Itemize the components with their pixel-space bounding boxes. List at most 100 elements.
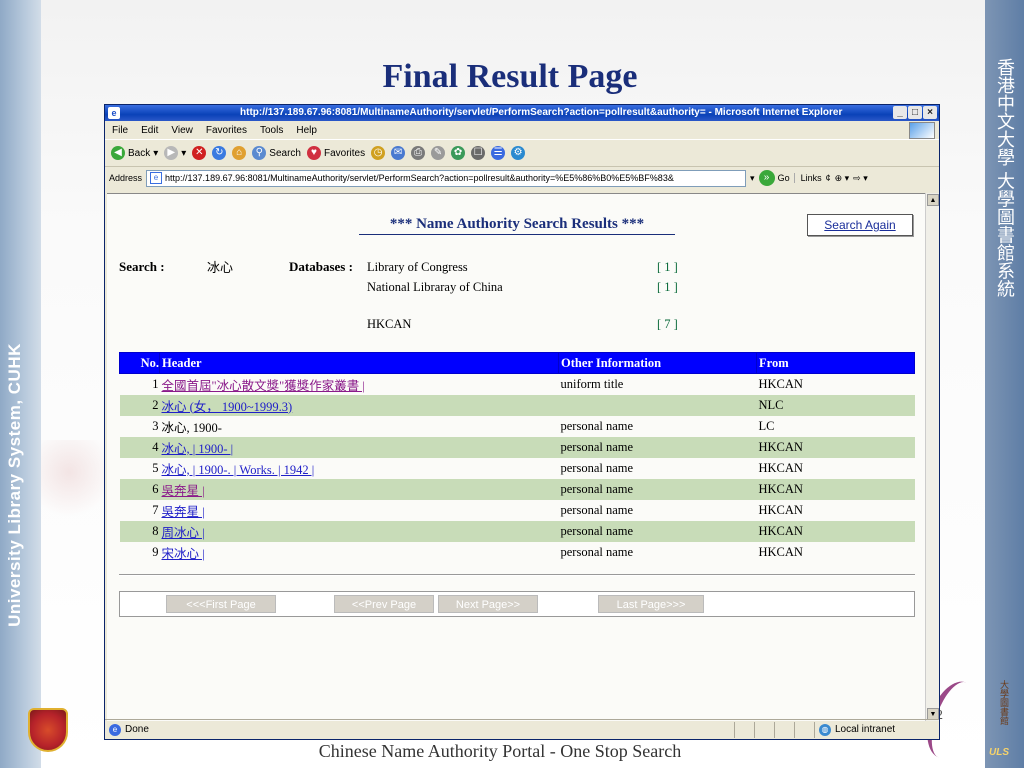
row-number: 5 [152,460,159,475]
results-table: No. Header Other Information From 1 全國首屆"… [119,352,915,563]
source-database: HKCAN [756,436,915,458]
heading-link[interactable]: 吳奔星 | [162,505,205,519]
scroll-up-icon[interactable]: ▲ [927,194,939,206]
history-icon[interactable]: ◷ [371,146,386,160]
links-label[interactable]: Links [793,173,822,183]
links-chevron-icon[interactable]: ¢ [826,173,831,183]
table-row: 4 冰心, | 1900- | personal name HKCAN [119,436,915,458]
page-viewport: *** Name Authority Search Results *** Se… [107,193,925,721]
search-button[interactable]: ⚲ Search [252,146,301,160]
menu-tools[interactable]: Tools [260,125,283,136]
database-name: Library of Congress [367,260,468,274]
table-row: 9 宋冰心 | personal name HKCAN [120,542,915,563]
table-row: 2 冰心 (女， 1900~1999.3) NLC [119,394,915,416]
heading-link[interactable]: 冰心 (女， 1900~1999.3) [162,400,293,414]
library-logo-text: 大學圖書館 [998,680,1008,725]
back-arrow-icon: ◀ [111,146,125,160]
slide-title: Final Result Page [382,58,638,95]
translate-icon[interactable]: ⊕ ▾ [835,173,850,184]
table-row: 6 吳奔星 | personal name HKCAN [119,478,915,500]
search-label: Search : [119,259,165,274]
heading-cell: 全國首屆"冰心散文獎"獲獎作家叢書 | [160,374,559,395]
arrow-button-icon[interactable]: ⇨ ▾ [853,173,868,184]
address-dropdown-icon[interactable]: ▾ [750,173,755,184]
forward-button[interactable]: ▶ ▾ [164,146,186,160]
results-title: *** Name Authority Search Results *** [359,216,675,235]
last-page-button[interactable]: Last Page>>> [598,595,704,613]
messenger-icon[interactable]: ☐ [471,146,486,160]
refresh-icon[interactable]: ↻ [212,146,227,160]
column-header-other: Other Information [558,352,757,374]
heading-link[interactable]: 宋冰心 | [162,547,205,561]
status-bar: e Done ◍ Local intranet [105,719,939,739]
menu-file[interactable]: File [112,125,128,136]
minimize-button[interactable]: _ [893,106,907,119]
address-field[interactable]: e http://137.189.67.96:8081/MultinameAut… [146,169,747,187]
go-arrow-icon: » [758,170,775,186]
row-number: 2 [119,394,160,416]
source-database: HKCAN [758,376,803,391]
column-header-from: From [756,352,915,374]
heart-icon: ♥ [306,146,321,160]
first-page-button[interactable]: <<<First Page [166,595,276,613]
vertical-scrollbar[interactable]: ▲ ▼ [925,193,939,721]
right-vertical-text: 香港中文大學 大學圖書館系統 [994,58,1015,298]
source-database: HKCAN [756,520,915,542]
maximize-button[interactable]: □ [908,106,922,119]
other-information: personal name [560,460,634,475]
go-label: Go [777,173,790,183]
favorites-button[interactable]: ♥ Favorites [306,146,365,160]
back-button[interactable]: ◀ Back ▾ [111,146,158,160]
print-icon[interactable]: ⎙ [411,146,426,160]
other-information: uniform title [560,376,624,391]
other-information: personal name [560,502,634,517]
go-button[interactable]: » Go [758,170,790,186]
close-button[interactable]: × [923,106,937,119]
source-database: HKCAN [758,544,803,559]
menu-view[interactable]: View [171,125,193,136]
search-again-button[interactable]: Search Again [807,214,913,236]
cuhk-emblem-icon [28,708,68,752]
heading-link[interactable]: 冰心, | 1900- | [162,442,234,456]
table-row: 8 周冰心 | personal name HKCAN [119,520,915,542]
heading-cell: 吳奔星 | [160,500,559,521]
other-information: personal name [558,436,757,458]
home-icon[interactable]: ⌂ [232,146,247,160]
source-database: NLC [756,394,915,416]
browser-window: e http://137.189.67.96:8081/MultinameAut… [104,104,940,740]
prev-page-button[interactable]: <<Prev Page [334,595,434,613]
heading-link[interactable]: 周冰心 | [162,526,205,540]
edit-icon[interactable]: ✎ [431,146,446,160]
heading-cell: 冰心, | 1900- | [159,436,559,458]
security-zone: ◍ Local intranet [814,721,939,738]
menu-help[interactable]: Help [296,125,317,136]
table-header-row: No. Header Other Information From [119,352,915,374]
next-page-button[interactable]: Next Page>> [438,595,538,613]
heading-link[interactable]: 冰心, | 1900-. | Works. | 1942 | [162,463,315,477]
discuss-icon[interactable]: ✿ [451,146,466,160]
address-bar: Address e http://137.189.67.96:8081/Mult… [105,167,939,189]
menu-bar: File Edit View Favorites Tools Help [105,121,939,140]
forward-arrow-icon: ▶ [164,146,179,160]
row-number: 3 [152,418,159,433]
menu-edit[interactable]: Edit [141,125,158,136]
status-text: Done [125,724,149,735]
stop-icon[interactable]: ✕ [192,146,207,160]
heading-cell: 吳奔星 | [159,478,559,500]
row-number: 4 [119,436,160,458]
results-body: 1 全國首屆"冰心散文獎"獲獎作家叢書 | uniform title HKCAN 2 冰… [119,374,915,563]
table-row: 7 吳奔星 | personal name HKCAN [120,500,915,521]
row-number: 7 [152,502,159,517]
tools-icon[interactable]: ⚙ [511,146,526,160]
address-url: http://137.189.67.96:8081/MultinameAutho… [165,173,674,183]
heading-link[interactable]: 吳奔星 | [162,484,205,498]
database-count: [ 1 ] [657,280,678,294]
heading-link[interactable]: 全國首屆"冰心散文獎"獲獎作家叢書 | [162,379,365,393]
source-database: HKCAN [756,478,915,500]
slide-footer: Chinese Name Authority Portal - One Stop… [318,741,682,761]
mail-icon[interactable]: ✉ [391,146,406,160]
database-name: National Libraray of China [367,280,503,294]
menu-favorites[interactable]: Favorites [206,125,247,136]
globe-icon: ◍ [819,723,831,736]
research-icon[interactable]: ☰ [491,146,506,160]
